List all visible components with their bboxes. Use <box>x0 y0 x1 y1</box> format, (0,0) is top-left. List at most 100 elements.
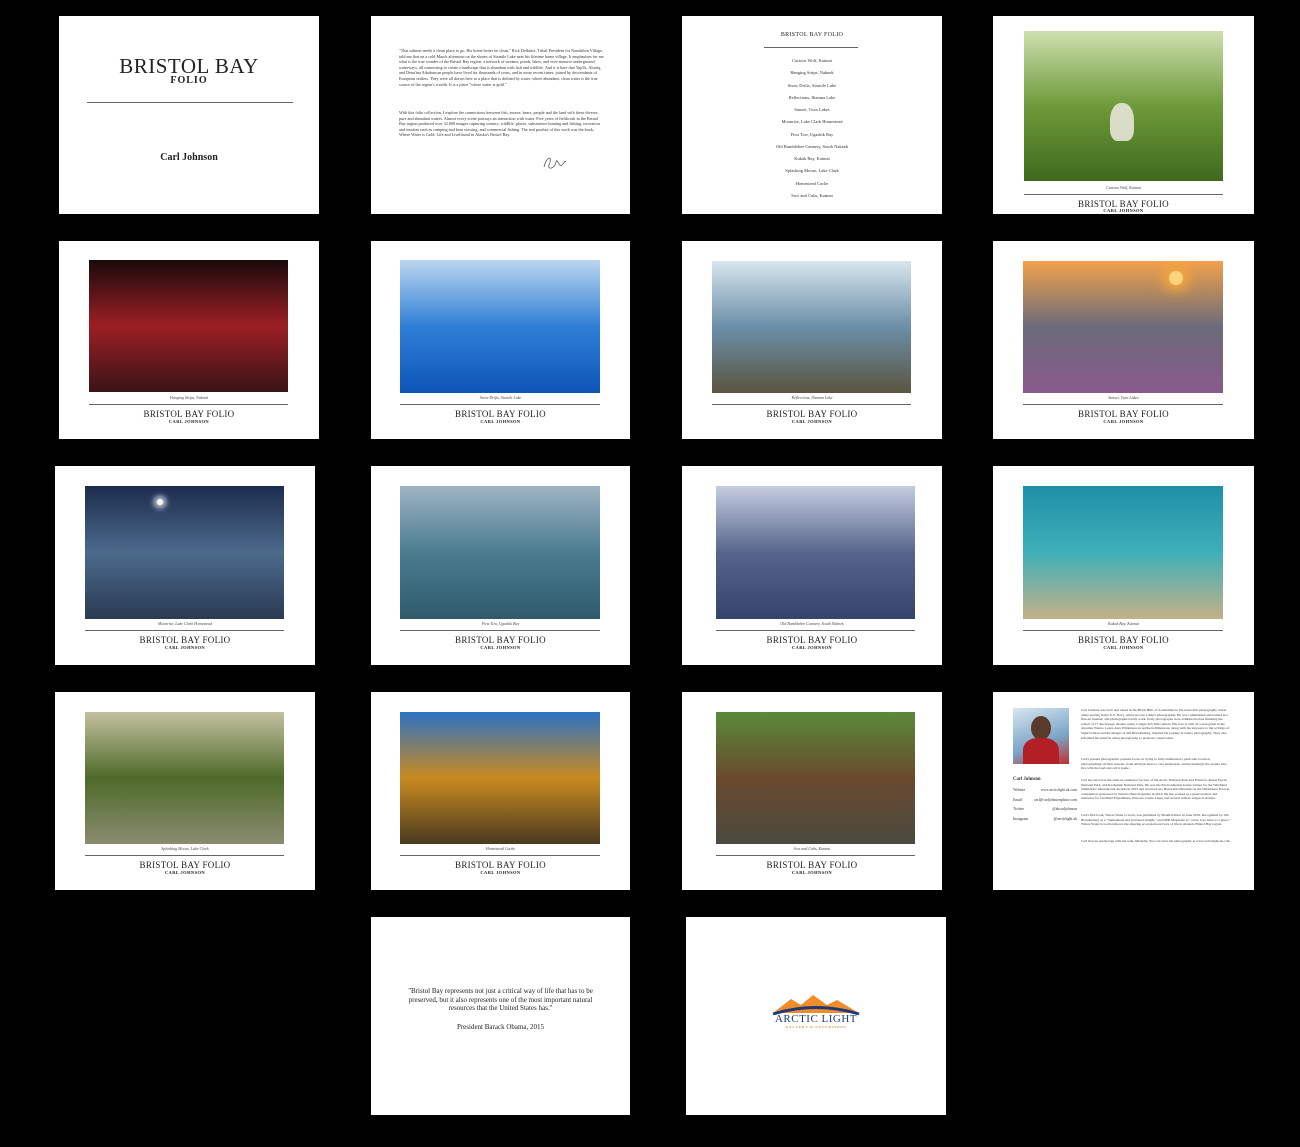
plate-page[interactable]: Splashing Moose, Lake Clark BRISTOL BAY … <box>55 692 315 890</box>
arctic-light-logo <box>772 995 860 1015</box>
footer-author: CARL JOHNSON <box>1103 208 1144 213</box>
plate-photo <box>85 486 284 619</box>
plate-page[interactable]: Moonrise, Lake Clark Homestead BRISTOL B… <box>55 466 315 665</box>
toc-divider <box>764 47 858 48</box>
toc-item[interactable]: Kukak Bay, Katmai <box>682 153 942 165</box>
bio-paragraph: Carl Johnson was born and raised in the … <box>1081 708 1230 740</box>
footer-title: BRISTOL BAY FOLIO <box>455 409 546 419</box>
plate-divider <box>400 855 600 856</box>
intro-page[interactable]: "That salmon needs a clean place to go. … <box>371 16 630 214</box>
plate-caption: Snow Drifts, Sixmile Lake <box>479 395 522 400</box>
toc-item[interactable]: Snow Drifts, Sixmile Lake <box>682 80 942 92</box>
toc-item[interactable]: Homestead Cache <box>682 178 942 190</box>
plate-photo <box>1023 486 1223 619</box>
plate-page[interactable]: Curious Wolf, Katmai BRISTOL BAY FOLIO C… <box>993 16 1254 214</box>
toc-item[interactable]: Splashing Moose, Lake Clark <box>682 165 942 177</box>
plate-page[interactable]: Homestead Cache BRISTOL BAY FOLIO CARL J… <box>371 692 630 890</box>
footer-title: BRISTOL BAY FOLIO <box>139 860 231 870</box>
toc-title: BRISTOL BAY FOLIO <box>780 32 844 38</box>
bio-paragraph: Carl's present photographic pursuits foc… <box>1081 757 1227 771</box>
bio-paragraph: Carl has served as the artist-in-residen… <box>1081 778 1230 801</box>
quote-page[interactable]: "Bristol Bay represents not just a criti… <box>371 917 630 1115</box>
plate-divider <box>716 630 915 631</box>
toc-item[interactable]: Old Bumblebee Cannery, South Naknek <box>682 141 942 153</box>
plate-caption: Moonrise, Lake Clark Homestead <box>157 621 213 626</box>
plate-page[interactable]: Snow Drifts, Sixmile Lake BRISTOL BAY FO… <box>371 241 630 439</box>
footer-title: BRISTOL BAY FOLIO <box>455 635 546 645</box>
plate-photo <box>400 712 600 844</box>
quote-text: "Bristol Bay represents not just a criti… <box>408 987 593 1012</box>
footer-title: BRISTOL BAY FOLIO <box>766 860 858 870</box>
plate-caption: Kukak Bay, Katmai <box>1108 621 1139 626</box>
footer-author: CARL JOHNSON <box>480 645 521 650</box>
portrait-jacket <box>1023 738 1059 764</box>
bio-paragraph: Carl lives in Anchorage with his wife, M… <box>1081 839 1231 843</box>
plate-page[interactable]: Hanging Strips, Naknek BRISTOL BAY FOLIO… <box>59 241 319 439</box>
cover-subtitle: FOLIO <box>170 75 208 86</box>
bio-contact: Website www.arcticlight.ak.com Email carl@… <box>1013 786 1077 824</box>
plate-page[interactable]: First Tow, Ugashik Bay BRISTOL BAY FOLIO… <box>371 466 630 665</box>
plate-page[interactable]: Old Bumblebee Cannery, South Naknek BRIS… <box>682 466 942 665</box>
plate-photo <box>400 486 600 619</box>
plate-photo <box>716 486 915 619</box>
toc-item[interactable]: First Tow, Ugashik Bay <box>682 129 942 141</box>
plate-photo <box>716 712 915 844</box>
plate-divider <box>716 855 915 856</box>
footer-title: BRISTOL BAY FOLIO <box>455 860 546 870</box>
toc-item[interactable]: Hanging Strips, Naknek <box>682 67 942 79</box>
cover-divider <box>87 102 293 103</box>
plate-divider <box>1023 404 1223 405</box>
plate-caption: Homestead Cache <box>485 846 516 851</box>
plate-photo <box>85 712 284 844</box>
cover-author: Carl Johnson <box>160 152 218 163</box>
plate-caption: Hanging Strips, Naknek <box>169 395 209 400</box>
plate-photo <box>1024 31 1223 181</box>
toc-item[interactable]: Sow and Cubs, Katmai <box>682 190 942 202</box>
toc-list: Curious Wolf, Katmai Hanging Strips, Nak… <box>682 55 942 202</box>
plate-caption: Splashing Moose, Lake Clark <box>161 846 209 851</box>
plate-photo <box>712 261 911 393</box>
footer-author: CARL JOHNSON <box>480 419 521 424</box>
bio-page[interactable]: Carl Johnson Website www.arcticlight.ak.c… <box>993 692 1254 890</box>
wolf-figure <box>1110 103 1134 141</box>
logo-page[interactable]: ARCTIC LIGHT GALLERY & EXCURSIONS <box>686 917 946 1115</box>
plate-photo <box>400 260 600 393</box>
plate-divider <box>85 855 284 856</box>
footer-title: BRISTOL BAY FOLIO <box>139 635 231 645</box>
plate-caption: Curious Wolf, Katmai <box>1106 185 1141 190</box>
plate-page[interactable]: Sow and Cubs, Katmai BRISTOL BAY FOLIO C… <box>682 692 942 890</box>
plate-caption: Old Bumblebee Cannery, South Naknek <box>780 621 844 626</box>
contact-row: Twitter @akcarljohnson <box>1013 807 1077 811</box>
contact-row: Email carl@carljohnsonphoto.com <box>1013 797 1077 802</box>
logo-name: ARCTIC LIGHT <box>774 1013 858 1025</box>
plate-caption: Sow and Cubs, Katmai <box>793 846 831 851</box>
plate-page[interactable]: Reflections, Iliamna Lake BRISTOL BAY FO… <box>682 241 942 439</box>
toc-item[interactable]: Sunset, Twin Lakes <box>682 104 942 116</box>
footer-author: CARL JOHNSON <box>1103 419 1144 424</box>
moon <box>157 499 163 505</box>
sun-glow <box>1169 271 1183 285</box>
plate-caption: Sunset, Twin Lakes <box>1108 395 1139 400</box>
footer-author: CARL JOHNSON <box>791 645 833 650</box>
plate-divider <box>89 404 288 405</box>
plate-page[interactable]: Sunset, Twin Lakes BRISTOL BAY FOLIO CAR… <box>993 241 1254 439</box>
footer-title: BRISTOL BAY FOLIO <box>766 409 858 419</box>
toc-page[interactable]: BRISTOL BAY FOLIO Curious Wolf, Katmai H… <box>682 16 942 214</box>
plate-photo <box>89 260 288 392</box>
plate-caption: First Tow, Ugashik Bay <box>481 621 520 626</box>
toc-item[interactable]: Moonrise, Lake Clark Homestead <box>682 116 942 128</box>
author-portrait <box>1013 708 1069 764</box>
quote-attribution: President Barack Obama, 2015 <box>456 1023 545 1031</box>
plate-page[interactable]: Kukak Bay, Katmai BRISTOL BAY FOLIO CARL… <box>993 466 1254 665</box>
contact-row: Instagram @arcticlight.ak <box>1013 816 1077 821</box>
plate-divider <box>85 630 284 631</box>
toc-item[interactable]: Curious Wolf, Katmai <box>682 55 942 67</box>
footer-title: BRISTOL BAY FOLIO <box>1078 635 1169 645</box>
cover-page[interactable]: BRISTOL BAY FOLIO Carl Johnson <box>59 16 319 214</box>
bio-text: Carl Johnson was born and raised in the … <box>1081 708 1231 849</box>
bio-name: Carl Johnson <box>1013 777 1041 782</box>
logo-tagline: GALLERY & EXCURSIONS <box>785 1025 847 1029</box>
footer-author: CARL JOHNSON <box>164 870 206 875</box>
toc-item[interactable]: Reflections, Iliamna Lake <box>682 92 942 104</box>
footer-title: BRISTOL BAY FOLIO <box>143 409 235 419</box>
